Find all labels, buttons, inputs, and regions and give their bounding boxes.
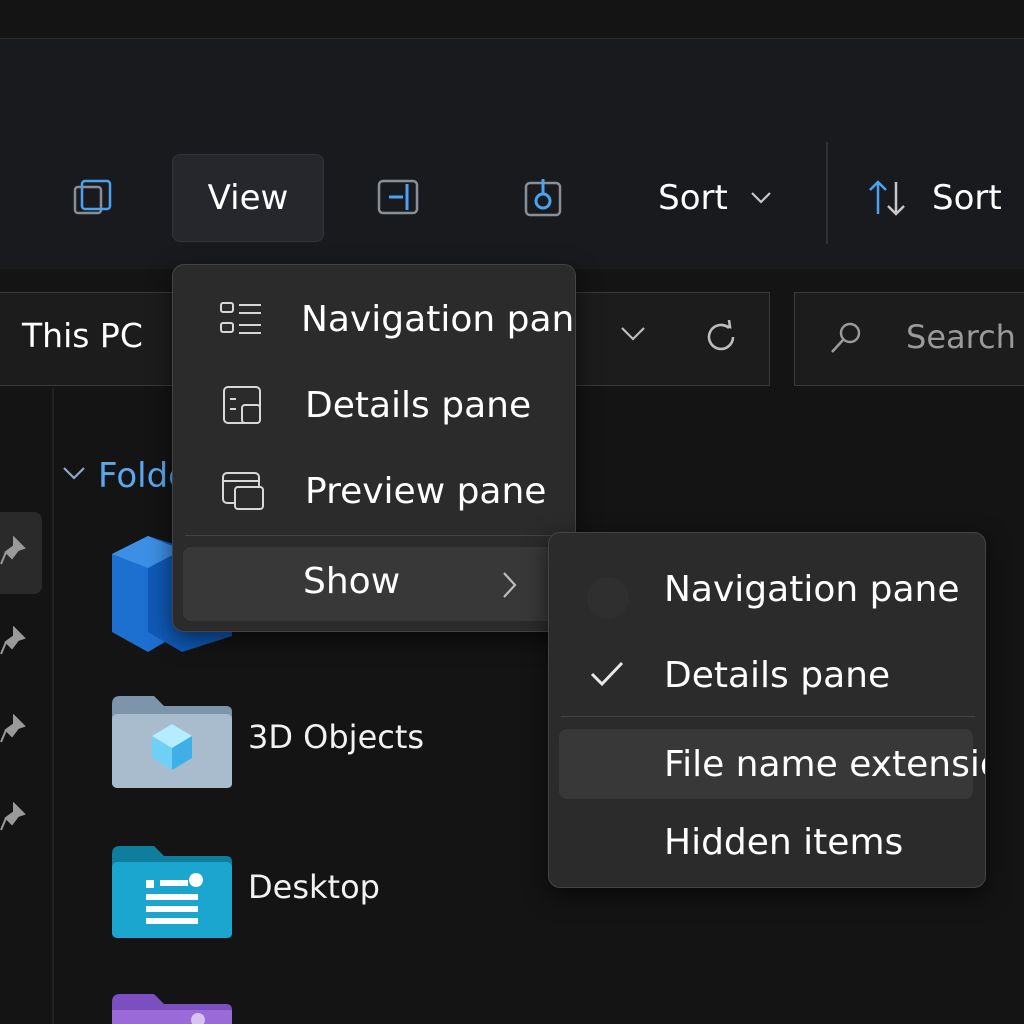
checkmark-icon (589, 659, 625, 689)
rename-icon (377, 179, 419, 215)
pin-icon[interactable] (0, 714, 28, 744)
sort-button-label: Sort (658, 178, 728, 218)
menu-item-label: Preview pane (305, 470, 547, 512)
pin-icon[interactable] (0, 536, 28, 566)
desktop-folder-icon (112, 846, 232, 938)
menu-separator (185, 535, 563, 536)
navigation-pane-icon (219, 301, 263, 337)
view-button[interactable]: View (172, 154, 324, 242)
preview-pane-icon (219, 471, 267, 511)
folder-name[interactable]: Desktop (248, 868, 380, 906)
submenu-item-details-pane[interactable]: Details pane (549, 635, 985, 715)
folder-item[interactable] (112, 846, 234, 940)
toggle-indicator (587, 577, 629, 619)
pin-icon[interactable] (0, 802, 28, 832)
sort-button[interactable]: Sort (640, 160, 790, 236)
folder-item[interactable] (112, 994, 234, 1024)
toolbar-divider (826, 142, 828, 244)
pin-icon[interactable] (0, 626, 28, 656)
submenu-item-hidden-items[interactable]: Hidden items (549, 802, 985, 882)
view-menu: Navigation pane Details pane Preview pan… (172, 264, 576, 632)
address-dropdown-button[interactable] (620, 326, 650, 350)
submenu-item-navigation-pane[interactable]: Navigation pane (549, 549, 985, 629)
submenu-item-label: Hidden items (664, 821, 904, 863)
purple-folder-icon (112, 994, 232, 1024)
submenu-item-label: Details pane (664, 654, 891, 696)
menu-item-show[interactable]: Show (183, 547, 567, 621)
menu-item-navigation-pane[interactable]: Navigation pane (173, 279, 575, 359)
view-button-label: View (207, 178, 289, 218)
chevron-down-icon (63, 467, 85, 480)
copy-button[interactable] (64, 168, 122, 226)
search-input[interactable]: Search (906, 318, 1016, 356)
navigation-rail (0, 388, 54, 1024)
sort-arrows-icon (869, 180, 905, 216)
menu-item-label: Show (303, 561, 401, 602)
refresh-icon (707, 319, 735, 351)
menu-item-preview-pane[interactable]: Preview pane (173, 451, 575, 531)
share-icon (524, 179, 562, 217)
folder-item[interactable] (112, 696, 234, 790)
copy-icon (73, 179, 112, 215)
details-pane-icon (219, 385, 267, 425)
search-icon (828, 320, 864, 356)
share-button[interactable] (514, 168, 572, 226)
submenu-item-label: File name extensions (664, 743, 985, 785)
chevron-right-icon (501, 571, 517, 599)
menu-item-label: Navigation pane (301, 298, 576, 340)
submenu-item-file-name-extensions[interactable]: File name extensions (549, 724, 985, 804)
chevron-down-icon (621, 327, 645, 341)
title-bar (0, 0, 1024, 39)
address-location: This PC (22, 316, 143, 355)
3d-objects-folder-icon (112, 696, 232, 788)
refresh-button[interactable] (702, 318, 742, 358)
folders-collapse-toggle[interactable] (62, 466, 86, 482)
menu-item-label: Details pane (305, 384, 532, 426)
rename-button[interactable] (370, 168, 428, 226)
chevron-down-icon (751, 192, 771, 204)
sort-direction-label: Sort (932, 178, 1002, 218)
menu-separator (561, 716, 975, 717)
submenu-item-label: Navigation pane (664, 568, 960, 610)
show-submenu: Navigation pane Details pane File name e… (548, 532, 986, 888)
menu-item-details-pane[interactable]: Details pane (173, 365, 575, 445)
sort-direction-button[interactable]: Sort (866, 160, 1024, 236)
folder-name[interactable]: 3D Objects (248, 718, 424, 756)
